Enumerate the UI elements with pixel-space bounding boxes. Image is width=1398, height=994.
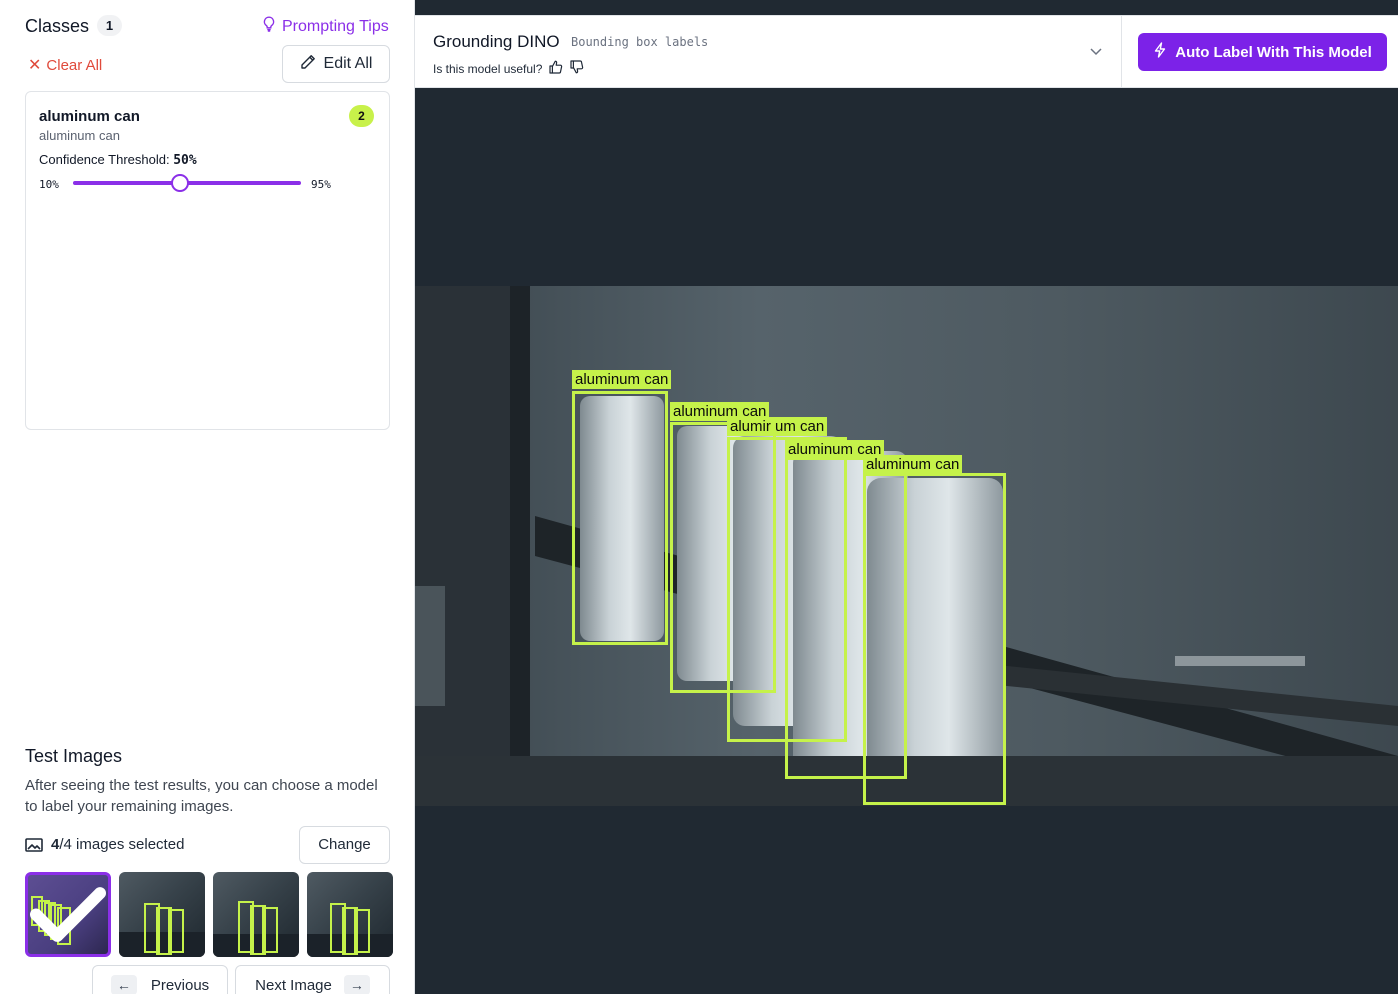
change-images-button[interactable]: Change (299, 826, 390, 864)
thumb-image (213, 901, 299, 957)
x-icon: ✕ (28, 57, 42, 74)
slider-min-label: 10% (39, 178, 59, 191)
next-image-button[interactable]: Next Image → (235, 965, 390, 994)
test-image-thumb-1[interactable] (25, 872, 111, 957)
detection-box[interactable] (572, 391, 668, 645)
test-image-thumb-3[interactable] (213, 872, 299, 957)
chevron-down-icon[interactable] (1089, 44, 1103, 58)
test-image-thumbnails (25, 872, 393, 957)
lightning-icon (1153, 42, 1167, 62)
detection-label: aluminum can (572, 370, 672, 389)
left-panel: Classes 1 Prompting Tips ✕ Clear All Edi… (0, 0, 414, 994)
next-image-label: Next Image (255, 976, 332, 994)
detection-label: aluminum can (863, 455, 963, 474)
auto-label-text: Auto Label With This Model (1175, 43, 1372, 61)
thumbs-up-icon[interactable] (549, 60, 563, 77)
test-image-thumb-2[interactable] (119, 872, 205, 957)
arrow-left-icon: ← (110, 975, 137, 994)
thumb-image (307, 903, 393, 957)
confidence-label-text: Confidence Threshold: (39, 152, 170, 167)
detection-label: alumir um can (727, 417, 828, 436)
class-prompt: aluminum can (39, 128, 120, 143)
images-selected-total: /4 images selected (59, 836, 185, 853)
check-icon (28, 875, 108, 954)
class-card[interactable]: aluminum can aluminum can 2 Confidence T… (25, 91, 390, 430)
header-divider (1121, 16, 1122, 88)
previous-button[interactable]: ← Previous (92, 965, 228, 994)
images-selected-text: 4/4 images selected (51, 836, 184, 853)
class-name: aluminum can (39, 108, 140, 125)
clear-all-button[interactable]: ✕ Clear All (28, 55, 102, 75)
edit-all-label: Edit All (323, 55, 373, 72)
pencil-icon (300, 54, 316, 75)
arrow-right-icon: → (343, 975, 370, 994)
thumbs-down-icon[interactable] (570, 60, 584, 77)
classes-title: Classes (25, 16, 90, 36)
class-count-badge: 2 (349, 105, 374, 127)
thumb-image (119, 903, 205, 957)
confidence-threshold-label: Confidence Threshold: 50% (39, 152, 197, 168)
auto-label-button[interactable]: Auto Label With This Model (1138, 33, 1387, 71)
test-image: aluminum can aluminum can alumir um can … (415, 286, 1398, 806)
previous-label: Previous (150, 976, 210, 994)
slider-max-label: 95% (311, 178, 331, 191)
useful-prompt: Is this model useful? (433, 61, 543, 76)
image-icon (25, 838, 43, 852)
lightbulb-icon (262, 16, 276, 37)
model-name: Grounding DINO (433, 32, 560, 51)
test-images-title: Test Images (25, 746, 123, 766)
clear-all-label: Clear All (46, 56, 103, 74)
test-image-thumb-4[interactable] (307, 872, 393, 957)
prompting-tips-label: Prompting Tips (282, 17, 389, 35)
prompting-tips-link[interactable]: Prompting Tips (262, 16, 389, 37)
confidence-slider-thumb[interactable] (171, 174, 189, 192)
test-images-description: After seeing the test results, you can c… (25, 777, 378, 815)
edit-all-button[interactable]: Edit All (282, 45, 390, 83)
model-header: Grounding DINO Bounding box labels Is th… (415, 15, 1398, 88)
model-feedback: Is this model useful? (433, 60, 584, 77)
detection-box[interactable] (863, 473, 1006, 805)
confidence-value: 50% (173, 153, 197, 168)
classes-count-badge: 1 (97, 15, 122, 36)
model-type: Bounding box labels (571, 35, 709, 49)
